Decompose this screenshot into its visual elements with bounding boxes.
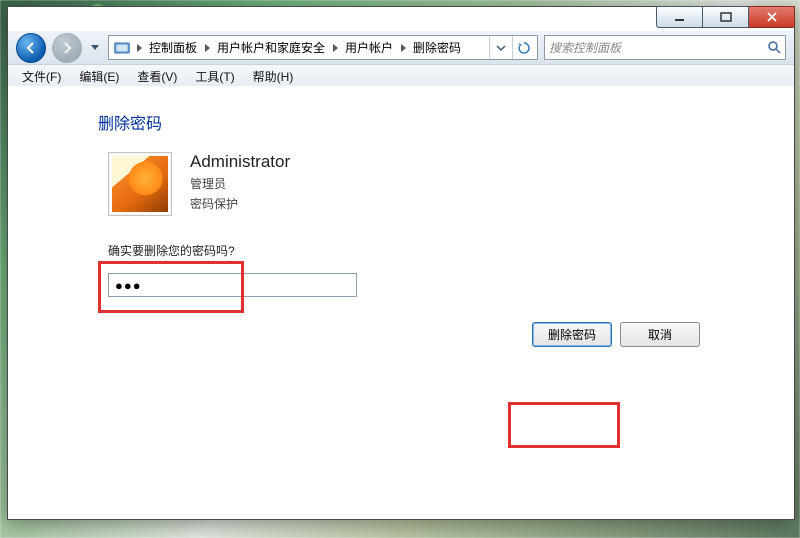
breadcrumb-separator-icon[interactable] xyxy=(133,44,145,52)
breadcrumb-separator-icon[interactable] xyxy=(201,44,213,52)
avatar-image xyxy=(112,156,168,212)
confirm-question: 确实要删除您的密码吗? xyxy=(108,242,794,259)
back-button[interactable] xyxy=(16,33,46,63)
menu-view[interactable]: 查看(V) xyxy=(129,65,185,87)
content-pane: 删除密码 Administrator 管理员 密码保护 确实要删除您的密码吗? … xyxy=(8,86,794,519)
highlight-box-delete xyxy=(508,402,620,448)
cancel-button[interactable]: 取消 xyxy=(620,322,700,347)
password-field-wrapper: ●●● xyxy=(108,273,378,297)
navigation-row: 控制面板 用户帐户和家庭安全 用户帐户 删除密码 搜索控制面板 xyxy=(8,31,794,64)
maximize-button[interactable] xyxy=(703,6,749,28)
nav-history-dropdown[interactable] xyxy=(88,34,102,62)
page-title: 删除密码 xyxy=(98,110,794,134)
caption-buttons xyxy=(656,6,795,26)
control-panel-icon xyxy=(113,39,131,57)
breadcrumb-item[interactable]: 用户帐户和家庭安全 xyxy=(213,36,329,59)
username-label: Administrator xyxy=(190,152,290,172)
breadcrumb-item[interactable]: 删除密码 xyxy=(409,36,465,59)
breadcrumb-dropdown[interactable] xyxy=(489,36,512,59)
breadcrumb-item[interactable]: 用户帐户 xyxy=(341,36,397,59)
chevron-down-icon xyxy=(91,45,99,51)
menu-file[interactable]: 文件(F) xyxy=(14,65,69,87)
control-panel-window: 控制面板 用户帐户和家庭安全 用户帐户 删除密码 搜索控制面板 文件(F) 编辑… xyxy=(7,6,795,520)
close-button[interactable] xyxy=(749,6,795,28)
menu-help[interactable]: 帮助(H) xyxy=(245,65,302,87)
forward-button[interactable] xyxy=(52,33,82,63)
user-info-text: Administrator 管理员 密码保护 xyxy=(190,152,290,214)
menu-tools[interactable]: 工具(T) xyxy=(187,65,242,87)
search-input[interactable]: 搜索控制面板 xyxy=(544,35,786,60)
search-icon xyxy=(767,40,781,57)
refresh-icon xyxy=(518,42,530,54)
menu-bar: 文件(F) 编辑(E) 查看(V) 工具(T) 帮助(H) xyxy=(8,64,794,88)
chevron-down-icon xyxy=(495,42,507,54)
password-input[interactable]: ●●● xyxy=(108,273,357,297)
protection-label: 密码保护 xyxy=(190,194,290,214)
search-placeholder: 搜索控制面板 xyxy=(549,39,621,56)
button-row: 删除密码 取消 xyxy=(532,322,700,347)
delete-password-button[interactable]: 删除密码 xyxy=(532,322,612,347)
refresh-button[interactable] xyxy=(512,36,535,59)
breadcrumb-item[interactable]: 控制面板 xyxy=(145,36,201,59)
minimize-button[interactable] xyxy=(656,6,703,28)
breadcrumb[interactable]: 控制面板 用户帐户和家庭安全 用户帐户 删除密码 xyxy=(108,35,538,60)
role-label: 管理员 xyxy=(190,174,290,194)
menu-edit[interactable]: 编辑(E) xyxy=(71,65,127,87)
breadcrumb-separator-icon[interactable] xyxy=(329,44,341,52)
arrow-left-icon xyxy=(24,41,38,55)
avatar-frame xyxy=(108,152,172,216)
arrow-right-icon xyxy=(60,41,74,55)
breadcrumb-separator-icon[interactable] xyxy=(397,44,409,52)
user-info-row: Administrator 管理员 密码保护 xyxy=(108,152,794,216)
